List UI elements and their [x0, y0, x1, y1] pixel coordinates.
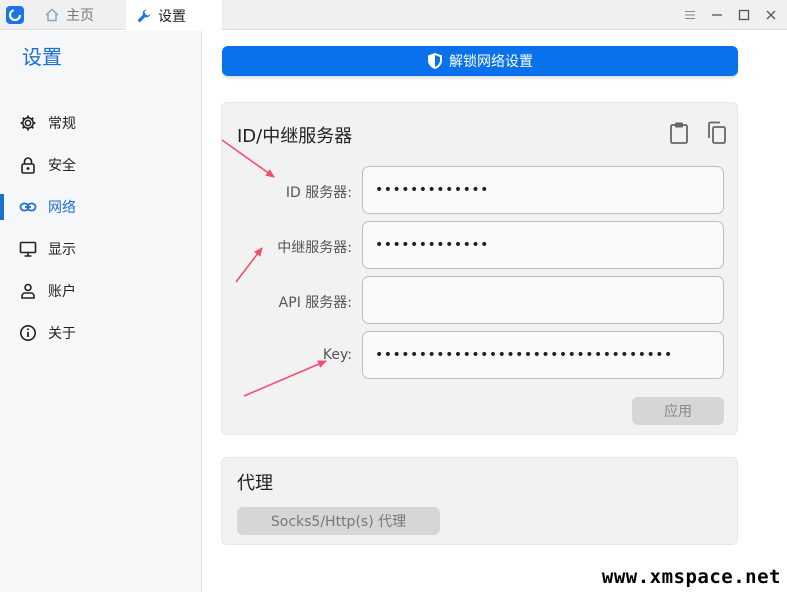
relay-server-label: 中继服务器:	[277, 240, 352, 256]
home-icon	[44, 7, 60, 23]
sidebar-item-label: 关于	[48, 326, 76, 342]
watermark: www.xmspace.net	[601, 566, 781, 588]
maximize-icon[interactable]	[734, 5, 754, 25]
sidebar-item-label: 安全	[48, 158, 76, 174]
title-bar: 主页 设置	[0, 0, 787, 31]
wrench-icon	[136, 8, 152, 24]
api-server-input[interactable]	[362, 276, 724, 324]
sidebar: 设置 常规 安全 网络 显示 账户 关于	[0, 31, 202, 592]
sidebar-item-label: 常规	[48, 116, 76, 132]
sidebar-item-security[interactable]: 安全	[0, 144, 201, 186]
minimize-icon[interactable]	[707, 5, 727, 25]
proxy-card: 代理 Socks5/Http(s) 代理	[221, 457, 738, 545]
unlock-network-settings-button[interactable]: 解锁网络设置	[222, 46, 738, 76]
tab-settings[interactable]: 设置	[126, 0, 222, 31]
sidebar-title: 设置	[22, 45, 62, 69]
link-icon	[19, 198, 37, 216]
gear-icon	[19, 114, 37, 132]
proxy-card-title: 代理	[237, 473, 273, 494]
key-input[interactable]: ••••••••••••••••••••••••••••••••••	[362, 331, 724, 379]
key-label: Key:	[322, 347, 352, 363]
copy-icon[interactable]	[706, 121, 728, 145]
monitor-icon	[19, 240, 37, 258]
lock-icon	[19, 156, 37, 174]
close-icon[interactable]	[761, 5, 781, 25]
relay-server-input[interactable]: •••••••••••••	[362, 221, 724, 269]
id-server-input[interactable]: •••••••••••••	[362, 166, 724, 214]
id-relay-server-card: ID/中继服务器 ID 服务器: ••••••••••••• 中继服务器: ••…	[221, 102, 738, 435]
sidebar-item-network[interactable]: 网络	[0, 186, 201, 228]
sidebar-item-account[interactable]: 账户	[0, 270, 201, 312]
sidebar-item-about[interactable]: 关于	[0, 312, 201, 354]
sidebar-item-general[interactable]: 常规	[0, 102, 201, 144]
info-icon	[19, 324, 37, 342]
sidebar-item-display[interactable]: 显示	[0, 228, 201, 270]
tab-home[interactable]: 主页	[34, 0, 126, 30]
apply-button[interactable]: 应用	[632, 397, 724, 425]
socks5-proxy-button[interactable]: Socks5/Http(s) 代理	[237, 507, 440, 535]
clipboard-icon[interactable]	[668, 121, 690, 145]
tab-settings-label: 设置	[158, 8, 186, 25]
api-server-label: API 服务器:	[278, 295, 352, 311]
person-icon	[19, 282, 37, 300]
sidebar-item-label: 账户	[48, 284, 76, 300]
app-logo-icon	[6, 6, 24, 24]
menu-icon[interactable]	[680, 5, 700, 25]
unlock-button-label: 解锁网络设置	[449, 54, 533, 70]
sidebar-item-label: 网络	[48, 200, 76, 216]
sidebar-item-label: 显示	[48, 242, 76, 258]
shield-icon	[427, 52, 443, 70]
id-relay-card-title: ID/中继服务器	[237, 126, 353, 147]
id-server-label: ID 服务器:	[285, 185, 352, 201]
tab-home-label: 主页	[66, 8, 94, 24]
